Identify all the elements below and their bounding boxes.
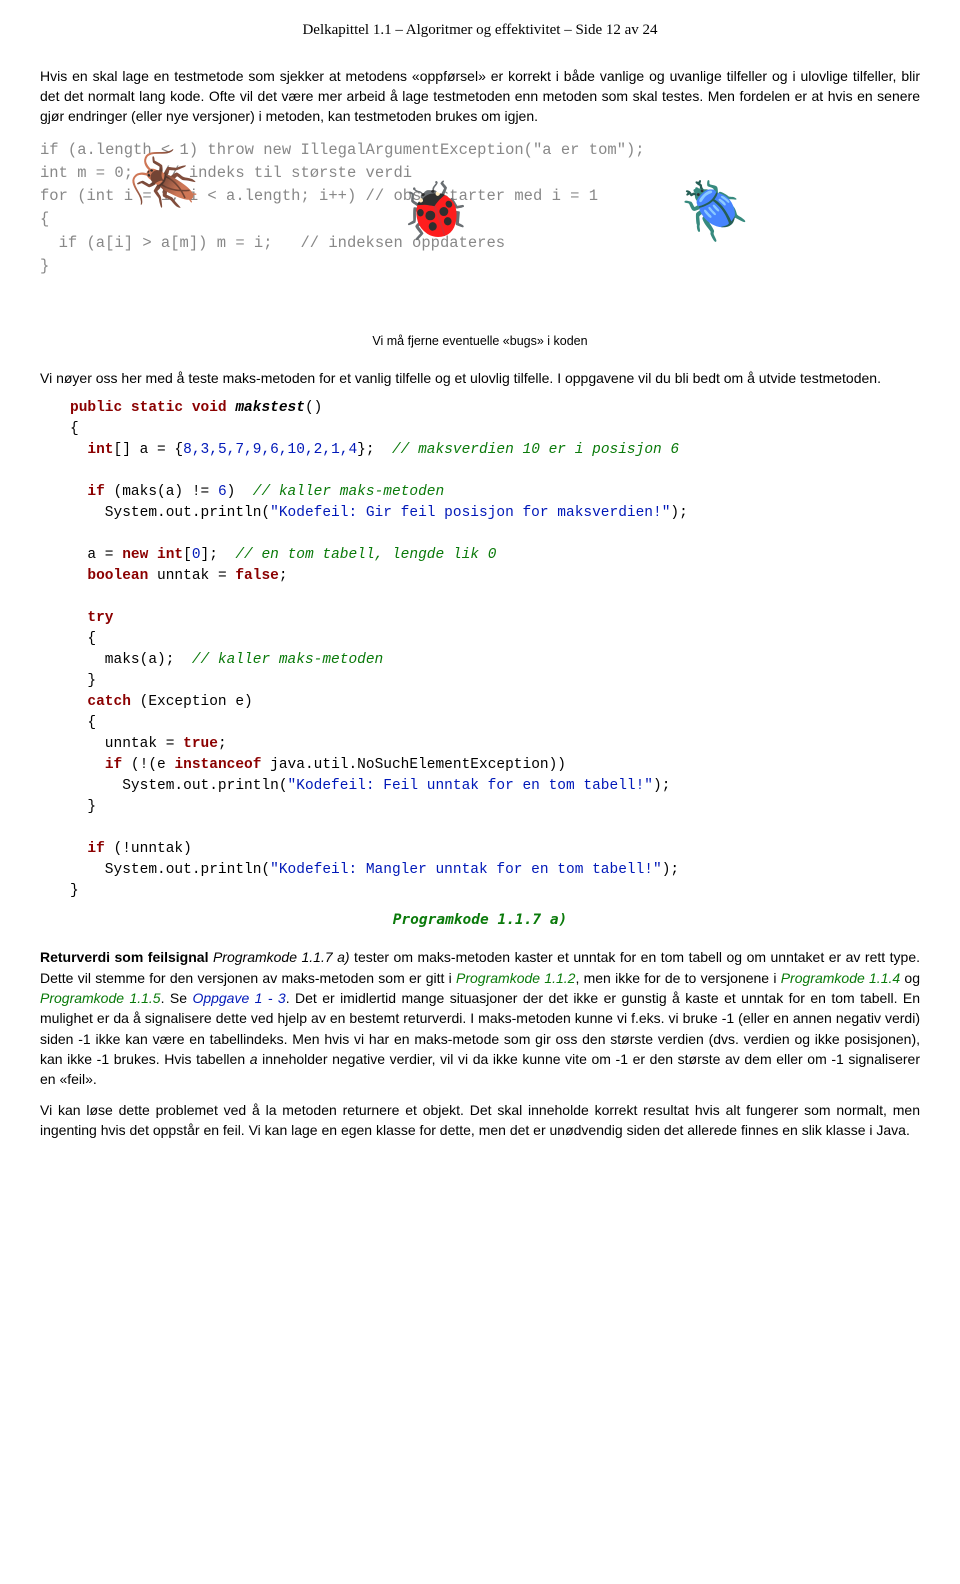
page-header: Delkapittel 1.1 – Algoritmer og effektiv… [40,20,920,42]
section-title: Returverdi som feilsignal [40,949,213,965]
bug-icon-cockroach: 🪳 [124,149,206,221]
bugs-illustration: if (a.length < 1) throw new IllegalArgum… [40,139,920,324]
progcode-ref-117a: Programkode 1.1.7 a) [213,949,350,965]
closing-paragraph: Vi kan løse dette problemet ved å la met… [40,1100,920,1141]
progcode-link-112[interactable]: Programkode 1.1.2 [456,970,575,986]
bug-icon-beetle: 🪲 [680,187,750,243]
intro-paragraph: Hvis en skal lage en testmetode som sjek… [40,66,920,127]
exercise-link-1-3[interactable]: Oppgave 1 - 3 [192,990,285,1006]
bug-code-background: if (a.length < 1) throw new IllegalArgum… [40,139,645,279]
return-value-paragraph: Returverdi som feilsignal Programkode 1.… [40,947,920,1089]
bug-icon-ladybug: 🐞 [400,187,470,243]
code-block-makstest: public static void makstest() { int[] a … [70,398,920,902]
progcode-link-115[interactable]: Programkode 1.1.5 [40,990,161,1006]
progcode-link-114[interactable]: Programkode 1.1.4 [781,970,900,986]
var-a: a [250,1051,258,1067]
program-code-label: Programkode 1.1.7 a) [40,910,920,931]
test-description-paragraph: Vi nøyer oss her med å teste maks-metode… [40,368,920,388]
illustration-caption: Vi må fjerne eventuelle «bugs» i koden [40,332,920,350]
